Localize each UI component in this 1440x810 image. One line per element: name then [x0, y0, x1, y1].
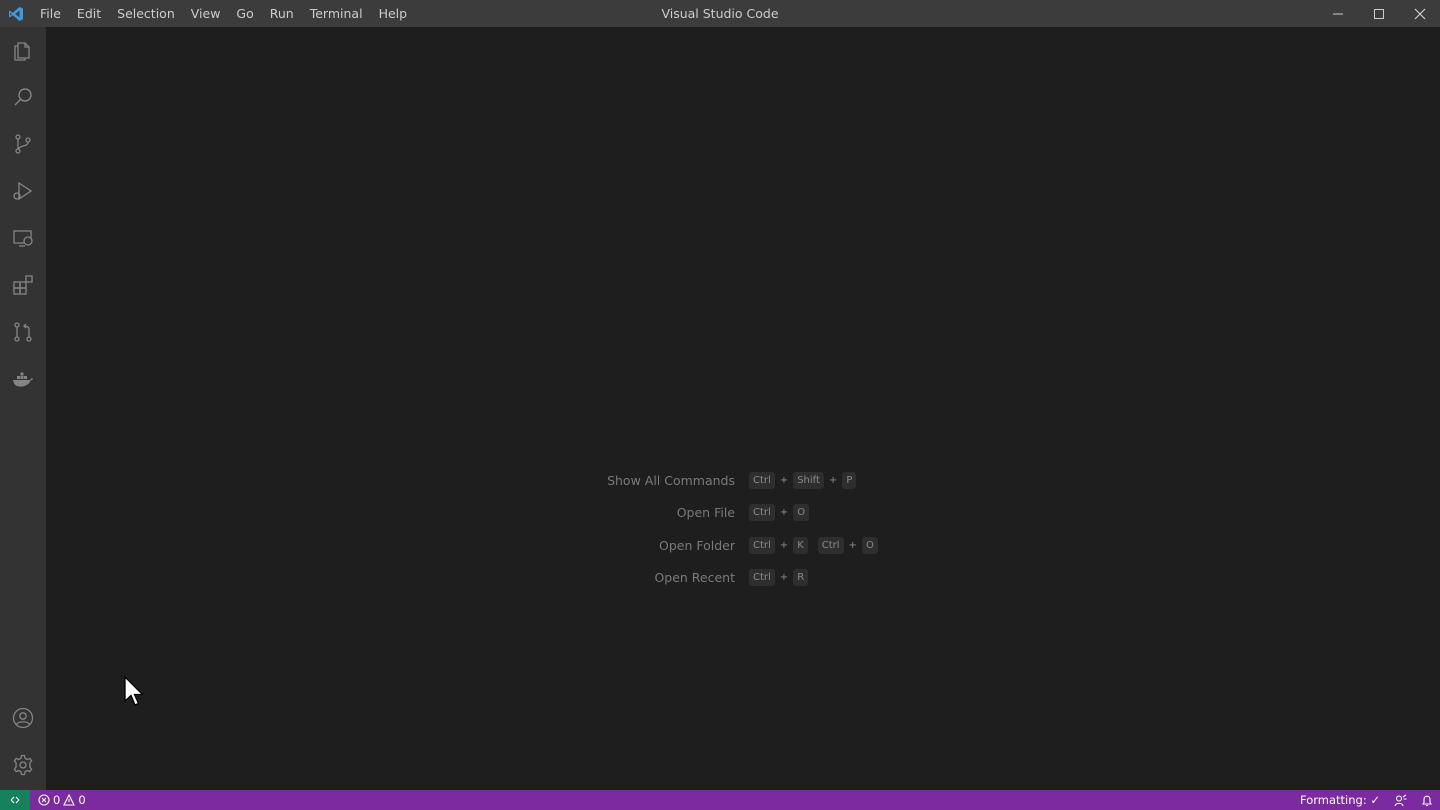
run-debug-icon: [13, 181, 33, 201]
shortcut-open-recent: Open Recent Ctrl + R: [46, 568, 1440, 588]
menu-edit[interactable]: Edit: [69, 0, 109, 27]
close-icon: [1414, 8, 1425, 19]
files-icon: [14, 42, 30, 61]
docker-icon: [13, 372, 33, 387]
key: O: [793, 504, 810, 521]
menu-run[interactable]: Run: [262, 0, 302, 27]
key: O: [861, 537, 878, 554]
activity-accounts[interactable]: [0, 695, 46, 741]
key: Ctrl: [749, 537, 775, 554]
activity-run-debug[interactable]: [0, 168, 46, 214]
menu-selection[interactable]: Selection: [109, 0, 183, 27]
bell-icon: [1421, 795, 1433, 806]
search-icon: [14, 88, 32, 106]
shortcut-keys: Ctrl + R: [749, 569, 809, 586]
problems-indicator[interactable]: 0 0: [30, 793, 86, 807]
menu-file[interactable]: File: [32, 0, 69, 27]
activity-pull-requests[interactable]: [0, 309, 46, 355]
menu-terminal[interactable]: Terminal: [302, 0, 371, 27]
minimize-button[interactable]: [1317, 0, 1358, 27]
status-bar: 0 0 Formatting: ✓: [0, 790, 1440, 810]
menu-view[interactable]: View: [183, 0, 229, 27]
vscode-logo-icon: [0, 0, 32, 27]
gear-icon: [13, 754, 33, 776]
shortcut-label: Open Recent: [654, 570, 735, 585]
activity-explorer[interactable]: [0, 27, 46, 73]
status-right: Formatting: ✓: [1293, 790, 1440, 810]
minimize-icon: [1332, 13, 1343, 14]
menu-help[interactable]: Help: [371, 0, 416, 27]
shortcut-keys: Ctrl + O: [749, 504, 810, 521]
activity-search[interactable]: [0, 74, 46, 120]
close-button[interactable]: [1399, 0, 1440, 27]
remote-indicator[interactable]: [0, 790, 30, 810]
shortcut-open-folder: Open Folder Ctrl + K Ctrl + O: [46, 536, 1440, 556]
remote-icon: [10, 796, 20, 804]
error-icon: [38, 794, 50, 806]
shortcut-open-file: Open File Ctrl + O: [46, 503, 1440, 523]
mouse-pointer-icon: [124, 676, 145, 706]
formatting-status[interactable]: Formatting: ✓: [1293, 790, 1387, 810]
account-icon: [12, 707, 34, 729]
maximize-button[interactable]: [1358, 0, 1399, 27]
activity-bar: [0, 27, 46, 790]
editor-area[interactable]: Show All Commands Ctrl + Shift + P Open Fi…: [46, 27, 1440, 790]
pull-request-icon: [14, 322, 32, 342]
warning-icon: [63, 794, 76, 806]
feedback-button[interactable]: [1387, 790, 1414, 810]
maximize-icon: [1373, 8, 1384, 19]
activity-extensions[interactable]: [0, 262, 46, 308]
window-controls: [1317, 0, 1440, 27]
warning-count: 0: [78, 793, 86, 807]
extensions-icon: [13, 275, 33, 295]
shortcut-show-all-commands: Show All Commands Ctrl + Shift + P: [46, 471, 1440, 491]
key: Ctrl: [817, 537, 844, 554]
shortcut-label: Open File: [676, 505, 735, 520]
menu-go[interactable]: Go: [228, 0, 261, 27]
shortcut-label: Open Folder: [659, 538, 735, 553]
key: Ctrl: [749, 472, 775, 489]
key: Ctrl: [749, 569, 775, 586]
key: P: [842, 472, 857, 489]
activity-manage[interactable]: [0, 742, 46, 788]
remote-explorer-icon: [13, 230, 33, 247]
key: K: [793, 537, 808, 554]
feedback-icon: [1394, 794, 1407, 806]
key: Shift: [793, 472, 824, 489]
title-bar: File Edit Selection View Go Run Terminal…: [0, 0, 1440, 27]
welcome-shortcuts: Show All Commands Ctrl + Shift + P Open Fi…: [46, 27, 1440, 790]
activity-remote-explorer[interactable]: [0, 215, 46, 261]
key: Ctrl: [749, 504, 775, 521]
error-count: 0: [53, 793, 61, 807]
source-control-icon: [15, 134, 31, 154]
shortcut-keys: Ctrl + K Ctrl + O: [749, 537, 878, 554]
menu-bar: File Edit Selection View Go Run Terminal…: [32, 0, 415, 27]
notifications-button[interactable]: [1414, 790, 1440, 810]
shortcut-label: Show All Commands: [607, 473, 735, 488]
activity-source-control[interactable]: [0, 121, 46, 167]
key: R: [793, 569, 809, 586]
activity-docker[interactable]: [0, 356, 46, 402]
shortcut-keys: Ctrl + Shift + P: [749, 472, 857, 489]
